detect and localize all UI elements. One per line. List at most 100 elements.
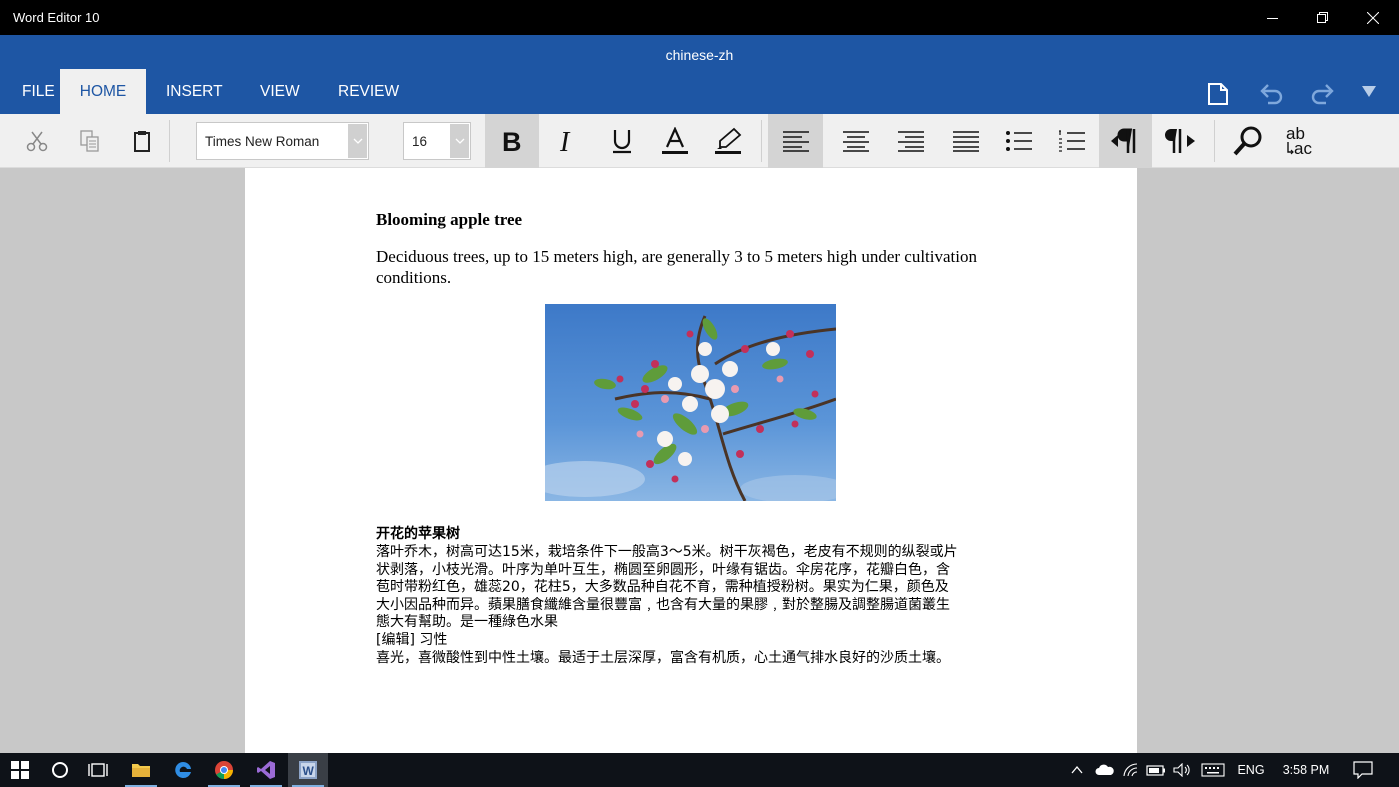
italic-icon: I [559,128,571,154]
onedrive-button[interactable] [1092,753,1118,787]
chrome-taskbar-button[interactable] [204,753,244,787]
tab-review[interactable]: REVIEW [338,69,399,114]
undo-button[interactable] [1256,79,1286,109]
align-left-button[interactable] [768,114,823,168]
collapse-ribbon-button[interactable] [1354,77,1384,107]
keyboard-icon [1201,763,1225,777]
align-center-icon [843,131,869,152]
show-hidden-icons-button[interactable] [1066,753,1088,787]
tab-insert[interactable]: INSERT [166,69,223,114]
chinese-line[interactable]: 苞时带粉红色，雄蕊20，花柱5，大多数品种自花不育，需种植授粉树。果实为仁果，颜… [376,579,1011,597]
undo-icon [1260,84,1283,105]
svg-text:I: I [559,128,571,154]
copy-button[interactable] [70,114,110,168]
close-icon [1367,11,1379,24]
rtl-paragraph-icon [1165,129,1195,153]
chevron-down-icon [450,124,469,158]
input-language-button[interactable]: ENG [1232,753,1270,787]
tab-view[interactable]: VIEW [260,69,300,114]
minimize-button[interactable] [1248,0,1298,35]
edge-icon [175,761,191,778]
volume-button[interactable] [1170,753,1194,787]
cut-button[interactable] [17,114,57,168]
cortana-button[interactable] [40,753,80,787]
start-button[interactable] [0,753,40,787]
chinese-line[interactable]: [编辑] 习性 [376,632,1011,650]
replace-icon: ac [1286,139,1312,158]
folder-icon [132,764,150,777]
chinese-line[interactable]: 喜光，喜微酸性到中性土壤。最适于土层深厚，富含有机质，心土通气排水良好的沙质土壤… [376,650,1011,668]
underline-icon [613,130,631,154]
file-explorer-taskbar-button[interactable] [121,753,161,787]
document-name: chinese-zh [665,47,734,63]
chinese-line[interactable]: 落叶乔木，树高可达15米，栽培条件下一般高3～5米。树干灰褐色，老皮有不规则的纵… [376,544,1011,562]
justify-icon [953,131,979,152]
align-center-button[interactable] [833,114,879,168]
document-canvas[interactable]: Blooming apple tree Deciduous trees, up … [0,168,1399,753]
ltr-paragraph-icon [1110,128,1135,153]
edge-taskbar-button[interactable] [163,753,203,787]
font-size-select[interactable]: 16 [403,122,471,160]
separator [1214,120,1215,162]
replace-button[interactable]: ab ac [1280,114,1326,168]
chevron-up-icon [1071,766,1083,774]
copy-icon [80,130,99,152]
notification-icon [1353,761,1373,779]
heading-chinese[interactable]: 开花的苹果树 [376,523,460,543]
action-center-button[interactable] [1344,753,1382,787]
cloud-icon [1095,764,1114,775]
paste-button[interactable] [122,114,162,168]
restore-button[interactable] [1298,0,1348,35]
new-document-button[interactable] [1203,79,1233,109]
new-document-icon [1208,83,1228,105]
paragraph-english[interactable]: Deciduous trees, up to 15 meters high, a… [376,246,1011,288]
align-left-icon [782,131,809,152]
rtl-paragraph-button[interactable] [1156,114,1206,168]
clock[interactable]: 3:58 PM [1274,753,1338,787]
highlight-button[interactable] [705,114,751,168]
highlighter-icon [715,127,742,154]
paragraph-chinese[interactable]: 落叶乔木，树高可达15米，栽培条件下一般高3～5米。树干灰褐色，老皮有不规则的纵… [376,544,1011,667]
font-family-value: Times New Roman [205,133,320,149]
word-editor-taskbar-button[interactable]: W [288,753,328,787]
taskbar: W ENG 3:58 PM [0,753,1399,787]
chinese-line[interactable]: 状剥落，小枝光滑。叶序为单叶互生，椭圆至卵圆形，叶缘有锯齿。伞房花序，花瓣白色，… [376,562,1011,580]
separator [169,120,170,162]
windows-logo-icon [11,761,29,779]
document-page[interactable]: Blooming apple tree Deciduous trees, up … [245,168,1137,753]
battery-button[interactable] [1144,753,1168,787]
touch-keyboard-button[interactable] [1198,753,1228,787]
replace-icon-text-bottom: ac [1294,139,1312,158]
bold-icon: B [502,128,522,154]
find-button[interactable] [1225,114,1271,168]
italic-button[interactable]: I [545,114,589,168]
network-button[interactable] [1120,753,1142,787]
apple-blossom-photo[interactable] [545,304,836,501]
align-right-button[interactable] [888,114,934,168]
word-editor-icon: W [299,761,317,779]
close-button[interactable] [1348,0,1398,35]
svg-text:B: B [502,128,522,154]
justify-button[interactable] [943,114,989,168]
redo-button[interactable] [1308,79,1338,109]
svg-text:W: W [303,764,315,778]
heading-english[interactable]: Blooming apple tree [376,210,522,230]
tab-file[interactable]: FILE [22,69,55,114]
underline-button[interactable] [600,114,644,168]
font-color-button[interactable] [653,114,697,168]
numbered-list-button[interactable] [1049,114,1095,168]
visual-studio-taskbar-button[interactable] [246,753,286,787]
ltr-paragraph-button[interactable] [1099,114,1152,168]
bold-button[interactable]: B [485,114,539,168]
chinese-line[interactable]: 態大有幫助。是一種綠色水果 [376,614,1011,632]
chevron-down-icon [348,124,367,158]
scissors-icon [26,131,48,152]
separator [761,120,762,162]
align-right-icon [898,131,924,152]
chinese-line[interactable]: 大小因品种而异。蘋果膳食纖維含量很豐富﹐也含有大量的果膠﹐對於整腸及調整腸道菌叢… [376,597,1011,615]
font-family-select[interactable]: Times New Roman [196,122,369,160]
task-view-button[interactable] [78,753,118,787]
bullet-list-button[interactable] [996,114,1042,168]
tab-home[interactable]: HOME [60,69,146,114]
speaker-icon [1173,763,1190,777]
